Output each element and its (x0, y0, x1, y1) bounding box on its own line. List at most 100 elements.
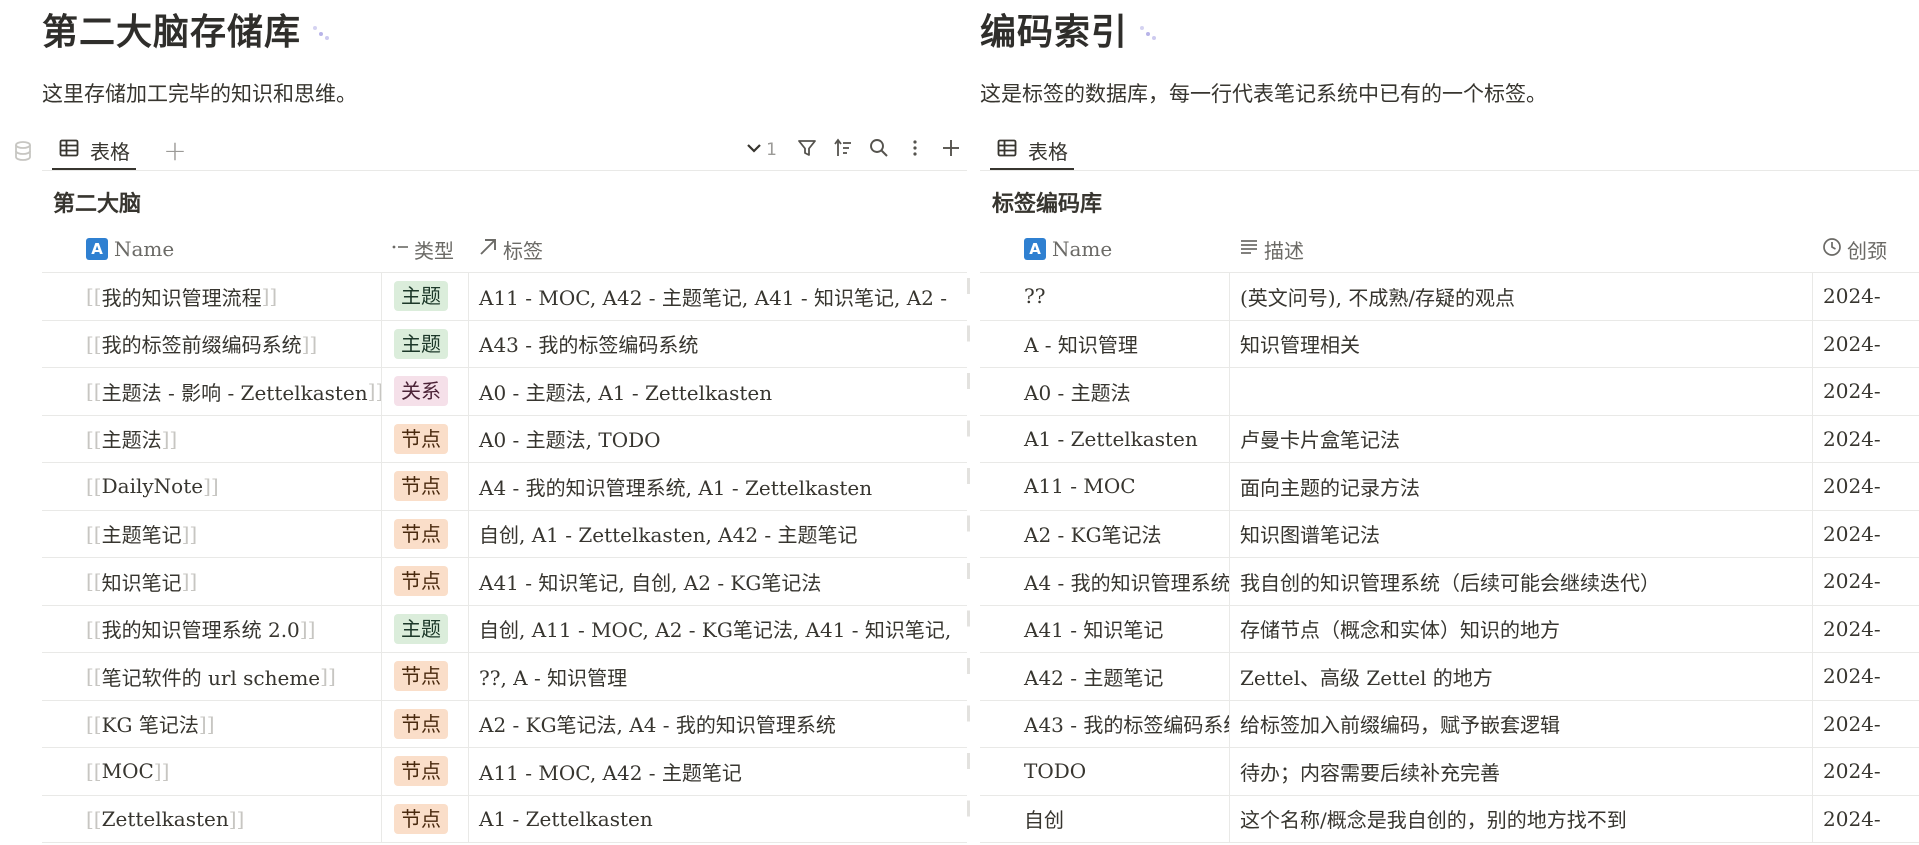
tags-cell[interactable]: A11 - MOC, A42 - 主题笔记, A41 - 知识笔记, A2 - (469, 273, 967, 320)
description-cell[interactable]: (英文问号), 不成熟/存疑的观点 (1230, 273, 1813, 320)
page-link[interactable]: DailyNote (102, 474, 203, 498)
tab-table-view[interactable]: 表格 (990, 132, 1074, 170)
created-cell[interactable]: 2024- (1813, 463, 1919, 510)
table-row[interactable]: A41 - 知识笔记 存储节点（概念和实体）知识的地方 2024- (980, 605, 1919, 653)
table-row[interactable]: [[Zettelkasten]] 节点 A1 - Zettelkasten (42, 795, 967, 843)
type-cell[interactable]: 节点 (382, 558, 469, 605)
table-row[interactable]: A43 - 我的标签编码系统 给标签加入前缀编码，赋予嵌套逻辑 2024- (980, 700, 1919, 748)
description-cell[interactable]: 知识图谱笔记法 (1230, 510, 1813, 557)
page-link[interactable]: Zettelkasten (102, 807, 229, 831)
description-cell[interactable] (1230, 368, 1813, 415)
tag-name[interactable]: A43 - 我的标签编码系统 (1024, 709, 1229, 738)
name-cell[interactable]: A0 - 主题法 (980, 368, 1230, 415)
tags-cell[interactable]: ??, A - 知识管理 (469, 653, 967, 700)
description-cell[interactable]: 卢曼卡片盒笔记法 (1230, 415, 1813, 462)
created-cell[interactable]: 2024- (1813, 701, 1919, 748)
search-button[interactable] (863, 134, 895, 166)
name-cell[interactable]: A41 - 知识笔记 (980, 605, 1230, 652)
name-cell[interactable]: A - 知识管理 (980, 320, 1230, 367)
description-cell[interactable]: 这个名称/概念是我自创的，别的地方找不到 (1230, 795, 1813, 842)
created-cell[interactable]: 2024- (1813, 416, 1919, 463)
tags-cell[interactable]: A0 - 主题法, A1 - Zettelkasten (469, 368, 967, 415)
created-cell[interactable]: 2024- (1813, 653, 1919, 700)
type-cell[interactable]: 节点 (382, 415, 469, 462)
column-header-name[interactable]: A Name (980, 226, 1230, 272)
sort-button[interactable] (827, 134, 859, 166)
page-link[interactable]: 知识笔记 (102, 567, 182, 596)
table-group-title[interactable]: 第二大脑 (53, 186, 141, 218)
tags-cell[interactable]: 自创, A1 - Zettelkasten, A42 - 主题笔记 (469, 511, 967, 558)
table-row[interactable]: TODO 待办；内容需要后续补充完善 2024- (980, 748, 1919, 796)
name-cell[interactable]: A2 - KG笔记法 (980, 510, 1230, 557)
table-row[interactable]: [[主题法]] 节点 A0 - 主题法, TODO (42, 415, 967, 463)
name-cell[interactable]: [[DailyNote]] (42, 463, 382, 510)
type-cell[interactable]: 主题 (382, 320, 469, 367)
page-link[interactable]: 主题法 - 影响 - Zettelkasten (102, 377, 368, 406)
tag-name[interactable]: A11 - MOC (1024, 474, 1136, 498)
database-title[interactable]: 编码索引 (980, 3, 1128, 55)
table-group-title[interactable]: 标签编码库 (992, 186, 1102, 218)
tags-cell[interactable]: A2 - KG笔记法, A4 - 我的知识管理系统 (469, 701, 967, 748)
table-row[interactable]: [[KG 笔记法]] 节点 A2 - KG笔记法, A4 - 我的知识管理系统 (42, 700, 967, 748)
name-cell[interactable]: [[主题笔记]] (42, 510, 382, 557)
table-row[interactable]: [[DailyNote]] 节点 A4 - 我的知识管理系统, A1 - Zette… (42, 463, 967, 511)
tags-cell[interactable]: A41 - 知识笔记, 自创, A2 - KG笔记法 (469, 558, 967, 605)
page-link[interactable]: MOC (102, 759, 154, 783)
name-cell[interactable]: [[我的标签前缀编码系统]] (42, 320, 382, 367)
tag-name[interactable]: ?? (1024, 284, 1045, 308)
tag-name[interactable]: A41 - 知识笔记 (1024, 614, 1163, 643)
created-cell[interactable]: 2024- (1813, 796, 1919, 843)
page-link[interactable]: 主题笔记 (102, 519, 182, 548)
table-row[interactable]: A11 - MOC 面向主题的记录方法 2024- (980, 463, 1919, 511)
table-row[interactable]: A42 - 主题笔记 Zettel、高级 Zettel 的地方 2024- (980, 653, 1919, 701)
page-link[interactable]: KG 笔记法 (102, 709, 199, 738)
page-link[interactable]: 我的知识管理流程 (102, 282, 262, 311)
tags-cell[interactable]: 自创, A11 - MOC, A2 - KG笔记法, A41 - 知识笔记, (469, 606, 967, 653)
table-row[interactable]: 自创 这个名称/概念是我自创的，别的地方找不到 2024- (980, 795, 1919, 843)
tag-name[interactable]: 自创 (1024, 804, 1064, 833)
type-cell[interactable]: 节点 (382, 653, 469, 700)
column-header-tags[interactable]: 标签 (469, 226, 967, 272)
page-link[interactable]: 我的标签前缀编码系统 (102, 329, 302, 358)
tags-cell[interactable]: A1 - Zettelkasten (469, 796, 967, 843)
name-cell[interactable]: [[知识笔记]] (42, 558, 382, 605)
name-cell[interactable]: [[KG 笔记法]] (42, 700, 382, 747)
type-cell[interactable]: 节点 (382, 748, 469, 795)
description-cell[interactable]: 存储节点（概念和实体）知识的地方 (1230, 605, 1813, 652)
name-cell[interactable]: [[Zettelkasten]] (42, 795, 382, 842)
type-cell[interactable]: 节点 (382, 463, 469, 510)
database-description[interactable]: 这里存储加工完毕的知识和思维。 (42, 78, 357, 108)
name-cell[interactable]: [[我的知识管理流程]] (42, 273, 382, 320)
new-entry-button[interactable] (935, 134, 967, 166)
database-icon[interactable] (12, 140, 34, 162)
tag-name[interactable]: A - 知识管理 (1024, 329, 1138, 358)
created-cell[interactable]: 2024- (1813, 558, 1919, 605)
page-link[interactable]: 主题法 (102, 424, 162, 453)
name-cell[interactable]: [[MOC]] (42, 748, 382, 795)
page-link[interactable]: 笔记软件的 url scheme (102, 662, 321, 691)
tags-cell[interactable]: A4 - 我的知识管理系统, A1 - Zettelkasten (469, 463, 967, 510)
name-cell[interactable]: ?? (980, 273, 1230, 320)
table-row[interactable]: A4 - 我的知识管理系统 我自创的知识管理系统（后续可能会继续迭代） 2024- (980, 558, 1919, 606)
more-options-button[interactable] (899, 134, 931, 166)
description-cell[interactable]: 我自创的知识管理系统（后续可能会继续迭代） (1230, 558, 1813, 605)
table-row[interactable]: [[我的知识管理流程]] 主题 A11 - MOC, A42 - 主题笔记, A41… (42, 273, 967, 321)
filter-button[interactable] (791, 134, 823, 166)
type-cell[interactable]: 节点 (382, 700, 469, 747)
created-cell[interactable]: 2024- (1813, 748, 1919, 795)
table-row[interactable]: A1 - Zettelkasten 卢曼卡片盒笔记法 2024- (980, 415, 1919, 463)
type-cell[interactable]: 关系 (382, 368, 469, 415)
name-cell[interactable]: [[笔记软件的 url scheme]] (42, 653, 382, 700)
created-cell[interactable]: 2024- (1813, 606, 1919, 653)
page-link[interactable]: 我的知识管理系统 2.0 (102, 614, 300, 643)
table-row[interactable]: A0 - 主题法 2024- (980, 368, 1919, 416)
tag-name[interactable]: A1 - Zettelkasten (1024, 427, 1198, 451)
description-cell[interactable]: Zettel、高级 Zettel 的地方 (1230, 653, 1813, 700)
description-cell[interactable]: 面向主题的记录方法 (1230, 463, 1813, 510)
table-row[interactable]: [[我的标签前缀编码系统]] 主题 A43 - 我的标签编码系统 (42, 320, 967, 368)
name-cell[interactable]: A11 - MOC (980, 463, 1230, 510)
column-header-type[interactable]: 类型 (382, 226, 469, 272)
description-cell[interactable]: 给标签加入前缀编码，赋予嵌套逻辑 (1230, 700, 1813, 747)
type-cell[interactable]: 节点 (382, 795, 469, 842)
tab-table-view[interactable]: 表格 (52, 132, 136, 170)
